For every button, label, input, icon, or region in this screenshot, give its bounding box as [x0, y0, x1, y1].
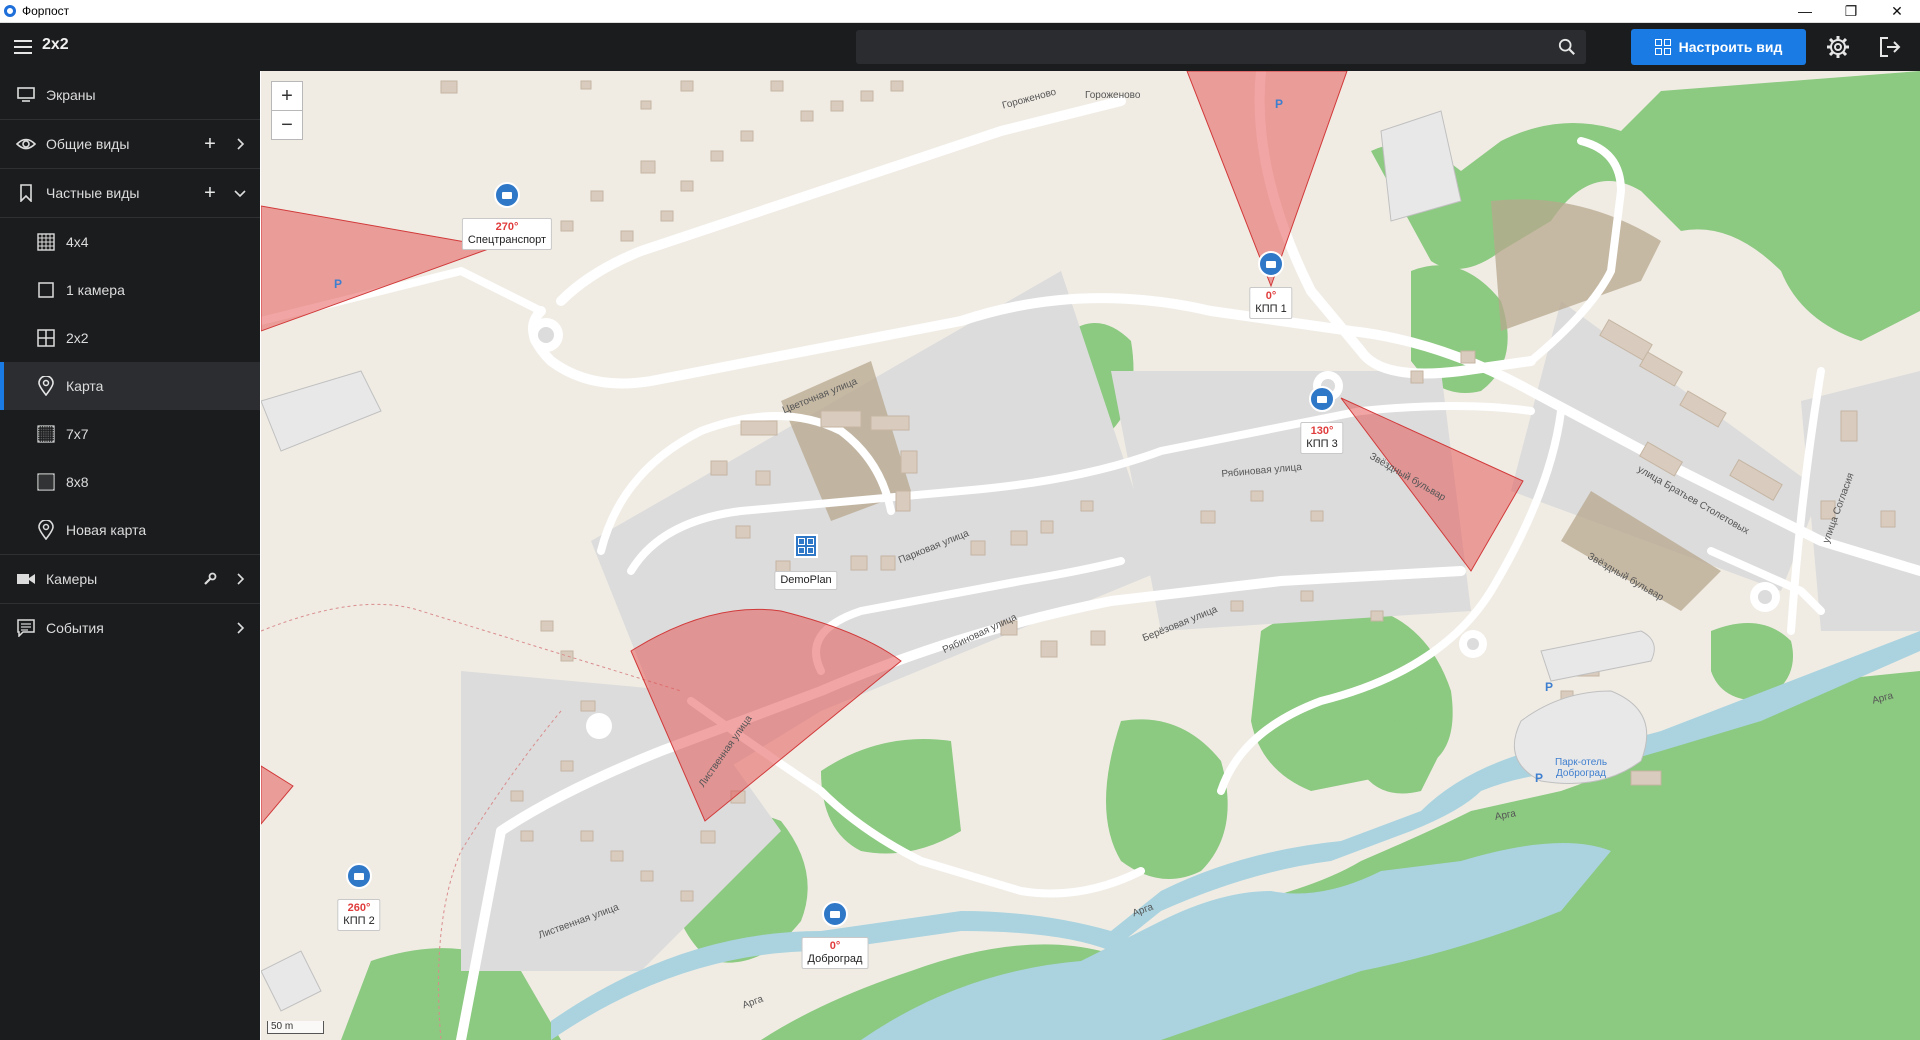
camera-marker-kpp3[interactable] — [1309, 386, 1335, 412]
video-camera-icon — [16, 569, 36, 589]
sidebar-item-label: 2x2 — [66, 330, 89, 346]
sidebar-item-shared-views[interactable]: Общие виды + — [0, 120, 260, 169]
eye-icon — [16, 134, 36, 154]
customize-view-button[interactable]: Настроить вид — [1631, 29, 1806, 65]
square-icon — [36, 280, 56, 300]
sidebar-item-label: 7x7 — [66, 426, 89, 442]
sidebar-item-label: 4x4 — [66, 234, 89, 250]
search-input[interactable] — [856, 30, 1560, 64]
sidebar-item-new-map[interactable]: Новая карта — [0, 506, 260, 555]
chevron-right-icon[interactable] — [230, 134, 250, 154]
customize-view-label: Настроить вид — [1678, 39, 1783, 55]
map-canvas[interactable] — [261, 71, 1920, 1040]
grid-7x7-icon — [36, 424, 56, 444]
map-view[interactable]: + − Гороженово Гороженово Цветочная улиц… — [261, 71, 1920, 1040]
sidebar-item-4x4[interactable]: 4x4 — [0, 218, 260, 266]
sidebar-item-map[interactable]: Карта — [0, 362, 260, 410]
sidebar-item-private-views[interactable]: Частные виды + — [0, 169, 260, 218]
app-logo-icon — [4, 5, 16, 17]
camera-icon — [354, 872, 364, 880]
zoom-in-button[interactable]: + — [271, 81, 303, 111]
bookmark-icon — [16, 183, 36, 203]
sidebar-item-label: События — [46, 620, 104, 636]
sidebar-item-label: Общие виды — [46, 136, 130, 152]
restore-button[interactable]: ❐ — [1828, 0, 1874, 22]
camera-label-kpp2[interactable]: 260° КПП 2 — [337, 899, 381, 931]
parking-label: P — [334, 277, 343, 291]
camera-icon — [1266, 260, 1276, 268]
camera-marker-dobrograd[interactable] — [822, 901, 848, 927]
camera-marker-spectransport[interactable] — [494, 182, 520, 208]
plan-marker-label[interactable]: DemoPlan — [774, 571, 838, 590]
hamburger-menu-icon[interactable] — [12, 35, 36, 59]
close-button[interactable]: ✕ — [1874, 0, 1920, 22]
chevron-right-icon[interactable] — [230, 618, 250, 638]
map-scale: 50 m — [267, 1021, 324, 1034]
parking-label: P — [1535, 771, 1544, 785]
grid-icon — [1654, 39, 1671, 55]
camera-label-kpp1[interactable]: 0° КПП 1 — [1249, 287, 1293, 319]
camera-marker-kpp2[interactable] — [346, 863, 372, 889]
camera-label-kpp3[interactable]: 130° КПП 3 — [1300, 422, 1344, 454]
sidebar-item-label: Карта — [66, 378, 104, 394]
sidebar: Экраны Общие виды + Частные виды + 4x4 1… — [0, 71, 260, 1040]
map-pin-icon — [36, 376, 56, 396]
current-view-title: 2x2 — [42, 36, 69, 53]
app-window: Форпост — ❐ ✕ 2x2 Настроить вид Экраны О… — [0, 0, 1920, 1040]
sidebar-item-label: Камеры — [46, 571, 98, 587]
window-title: Форпост — [22, 4, 70, 18]
sidebar-item-1-camera[interactable]: 1 камера — [0, 266, 260, 314]
plan-marker-icon[interactable] — [794, 534, 818, 558]
grid-4x4-icon — [36, 232, 56, 252]
poi-hotel-label: Парк-отель Доброград — [1554, 757, 1608, 779]
sidebar-item-label: 1 камера — [66, 282, 125, 298]
add-private-view-button[interactable]: + — [200, 182, 220, 204]
camera-icon — [1317, 395, 1327, 403]
camera-icon — [830, 910, 840, 918]
sidebar-item-screens[interactable]: Экраны — [0, 71, 260, 120]
sidebar-item-label: Частные виды — [46, 185, 140, 201]
gear-icon[interactable] — [1826, 35, 1850, 59]
logout-icon[interactable] — [1878, 35, 1902, 59]
sidebar-item-7x7[interactable]: 7x7 — [0, 410, 260, 458]
monitor-icon — [16, 85, 36, 105]
camera-marker-kpp1[interactable] — [1258, 251, 1284, 277]
map-pin-icon — [36, 520, 56, 540]
camera-label-dobrograd[interactable]: 0° Доброград — [801, 937, 869, 969]
add-shared-view-button[interactable]: + — [200, 133, 220, 155]
zoom-out-button[interactable]: − — [271, 110, 303, 140]
chevron-down-icon[interactable] — [230, 183, 250, 203]
parking-label: P — [1275, 97, 1284, 111]
wrench-icon[interactable] — [200, 569, 220, 589]
grid-2x2-icon — [36, 328, 56, 348]
sidebar-item-events[interactable]: События — [0, 604, 260, 652]
sidebar-item-8x8[interactable]: 8x8 — [0, 458, 260, 506]
sidebar-item-cameras[interactable]: Камеры — [0, 555, 260, 604]
sidebar-item-label: Экраны — [46, 87, 96, 103]
sidebar-item-2x2[interactable]: 2x2 — [0, 314, 260, 362]
sidebar-item-label: 8x8 — [66, 474, 89, 490]
minimize-button[interactable]: — — [1782, 0, 1828, 22]
camera-label-spectransport[interactable]: 270° Спецтранспорт — [461, 218, 553, 250]
search-box[interactable] — [856, 30, 1586, 64]
top-bar: 2x2 Настроить вид — [0, 23, 1920, 71]
street-label: Гороженово — [1085, 90, 1141, 101]
chevron-right-icon[interactable] — [230, 569, 250, 589]
camera-icon — [502, 191, 512, 199]
search-icon[interactable] — [1558, 38, 1576, 56]
window-titlebar: Форпост — ❐ ✕ — [0, 0, 1920, 23]
events-icon — [16, 618, 36, 638]
sidebar-item-label: Новая карта — [66, 522, 147, 538]
grid-8x8-icon — [36, 472, 56, 492]
parking-label: P — [1545, 680, 1554, 694]
